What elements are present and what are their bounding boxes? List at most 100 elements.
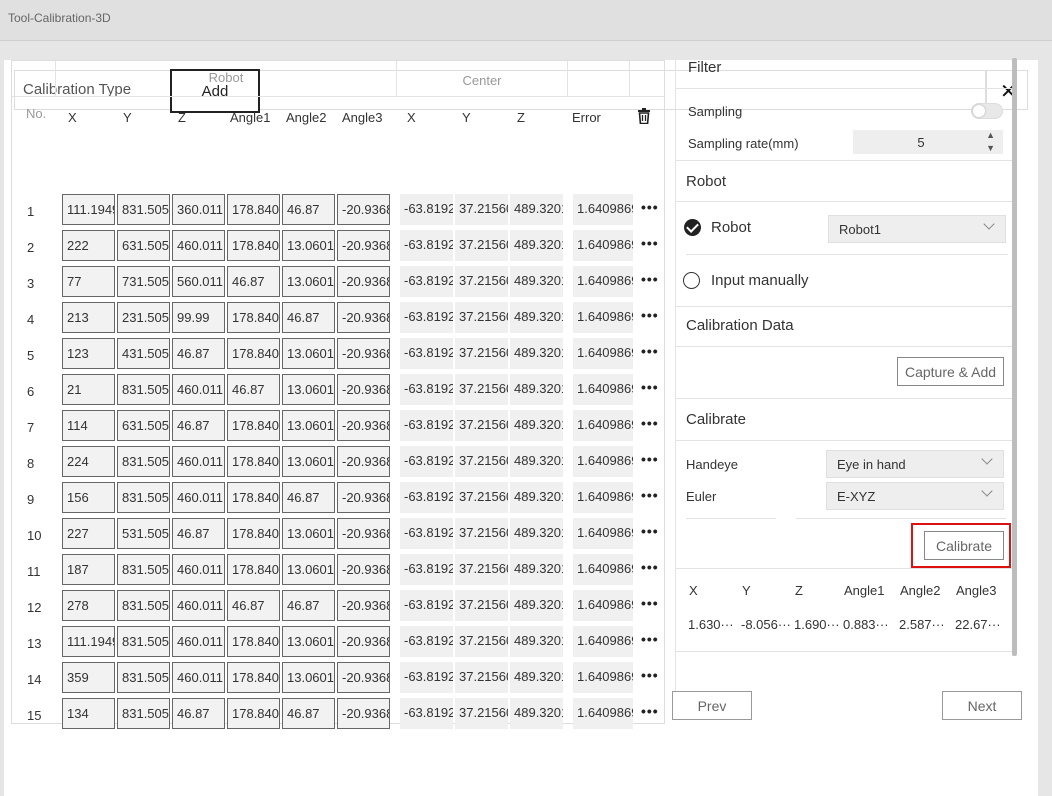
robot-value-cell[interactable]: 77 (62, 266, 115, 297)
robot-value-cell[interactable]: -20.9368 (337, 374, 390, 405)
robot-value-cell[interactable]: -20.9368 (337, 338, 390, 369)
robot-value-cell[interactable]: 46.87 (282, 302, 335, 333)
robot-value-cell[interactable]: -20.9368 (337, 698, 390, 729)
robot-value-cell[interactable]: 360.011 (172, 194, 225, 225)
robot-value-cell[interactable]: 460.011 (172, 590, 225, 621)
sampling-toggle[interactable] (971, 103, 1003, 119)
robot-value-cell[interactable]: 831.505 (117, 554, 170, 585)
robot-radio-checked-icon[interactable] (684, 219, 701, 236)
robot-value-cell[interactable]: 114 (62, 410, 115, 441)
robot-value-cell[interactable]: 13.0601 (282, 230, 335, 261)
robot-value-cell[interactable]: 831.505 (117, 374, 170, 405)
robot-value-cell[interactable]: 46.87 (227, 374, 280, 405)
robot-value-cell[interactable]: 460.011 (172, 554, 225, 585)
euler-select[interactable]: E-XYZ (826, 482, 1004, 510)
robot-value-cell[interactable]: 46.87 (172, 410, 225, 441)
robot-value-cell[interactable]: 831.505 (117, 446, 170, 477)
robot-value-cell[interactable]: -20.9368 (337, 446, 390, 477)
robot-value-cell[interactable]: 46.87 (282, 698, 335, 729)
robot-value-cell[interactable]: 46.87 (172, 518, 225, 549)
robot-value-cell[interactable]: 46.87 (282, 590, 335, 621)
robot-value-cell[interactable]: 46.87 (172, 698, 225, 729)
robot-value-cell[interactable]: 178.840 (227, 302, 280, 333)
robot-value-cell[interactable]: 531.505 (117, 518, 170, 549)
robot-value-cell[interactable]: 111.1949 (62, 194, 115, 225)
robot-value-cell[interactable]: -20.9368 (337, 410, 390, 441)
robot-value-cell[interactable]: 460.011 (172, 662, 225, 693)
robot-value-cell[interactable]: 13.0601 (282, 410, 335, 441)
robot-value-cell[interactable]: 13.0601 (282, 374, 335, 405)
robot-value-cell[interactable]: 359 (62, 662, 115, 693)
robot-value-cell[interactable]: 831.505 (117, 194, 170, 225)
more-options-icon[interactable]: ••• (641, 379, 659, 395)
robot-value-cell[interactable]: 46.87 (282, 194, 335, 225)
robot-value-cell[interactable]: 123 (62, 338, 115, 369)
robot-value-cell[interactable]: -20.9368 (337, 194, 390, 225)
robot-value-cell[interactable]: 178.840 (227, 446, 280, 477)
robot-value-cell[interactable]: 178.840 (227, 698, 280, 729)
robot-value-cell[interactable]: 13.0601 (282, 518, 335, 549)
sampling-rate-stepper[interactable]: 5 ▲ ▼ (853, 130, 1003, 154)
capture-add-button[interactable]: Capture & Add (897, 357, 1004, 386)
robot-value-cell[interactable]: 156 (62, 482, 115, 513)
more-options-icon[interactable]: ••• (641, 559, 659, 575)
robot-value-cell[interactable]: 111.1949 (62, 626, 115, 657)
robot-value-cell[interactable]: 460.011 (172, 446, 225, 477)
more-options-icon[interactable]: ••• (641, 703, 659, 719)
robot-value-cell[interactable]: 278 (62, 590, 115, 621)
robot-value-cell[interactable]: 831.505 (117, 662, 170, 693)
prev-button[interactable]: Prev (672, 691, 752, 720)
robot-value-cell[interactable]: 13.0601 (282, 266, 335, 297)
more-options-icon[interactable]: ••• (641, 451, 659, 467)
robot-value-cell[interactable]: 187 (62, 554, 115, 585)
robot-value-cell[interactable]: 178.840 (227, 482, 280, 513)
robot-value-cell[interactable]: 13.0601 (282, 554, 335, 585)
robot-value-cell[interactable]: 460.011 (172, 626, 225, 657)
robot-value-cell[interactable]: -20.9368 (337, 518, 390, 549)
robot-value-cell[interactable]: 46.87 (172, 338, 225, 369)
robot-value-cell[interactable]: 831.505 (117, 590, 170, 621)
robot-value-cell[interactable]: -20.9368 (337, 590, 390, 621)
robot-value-cell[interactable]: 21 (62, 374, 115, 405)
robot-value-cell[interactable]: -20.9368 (337, 662, 390, 693)
robot-value-cell[interactable]: 831.505 (117, 482, 170, 513)
stepper-down-icon[interactable]: ▼ (986, 143, 995, 153)
input-manually-radio[interactable] (683, 272, 700, 289)
robot-value-cell[interactable]: 460.011 (172, 482, 225, 513)
more-options-icon[interactable]: ••• (641, 343, 659, 359)
robot-value-cell[interactable]: -20.9368 (337, 266, 390, 297)
robot-value-cell[interactable]: 460.011 (172, 230, 225, 261)
robot-value-cell[interactable]: 222 (62, 230, 115, 261)
robot-value-cell[interactable]: 178.840 (227, 230, 280, 261)
robot-value-cell[interactable]: 631.505 (117, 410, 170, 441)
robot-value-cell[interactable]: 13.0601 (282, 626, 335, 657)
robot-value-cell[interactable]: -20.9368 (337, 554, 390, 585)
more-options-icon[interactable]: ••• (641, 271, 659, 287)
robot-value-cell[interactable]: 831.505 (117, 698, 170, 729)
robot-value-cell[interactable]: 631.505 (117, 230, 170, 261)
more-options-icon[interactable]: ••• (641, 199, 659, 215)
robot-value-cell[interactable]: 178.840 (227, 338, 280, 369)
robot-value-cell[interactable]: 831.505 (117, 626, 170, 657)
handeye-select[interactable]: Eye in hand (826, 450, 1004, 478)
robot-value-cell[interactable]: 178.840 (227, 626, 280, 657)
more-options-icon[interactable]: ••• (641, 595, 659, 611)
more-options-icon[interactable]: ••• (641, 487, 659, 503)
robot-select[interactable]: Robot1 (828, 215, 1006, 243)
stepper-up-icon[interactable]: ▲ (986, 130, 995, 140)
robot-value-cell[interactable]: 46.87 (227, 266, 280, 297)
next-button[interactable]: Next (942, 691, 1022, 720)
more-options-icon[interactable]: ••• (641, 523, 659, 539)
calibrate-button[interactable]: Calibrate (924, 531, 1004, 560)
robot-value-cell[interactable]: 231.505 (117, 302, 170, 333)
robot-value-cell[interactable]: 178.840 (227, 554, 280, 585)
robot-value-cell[interactable]: 134 (62, 698, 115, 729)
robot-value-cell[interactable]: 227 (62, 518, 115, 549)
robot-value-cell[interactable]: 46.87 (227, 590, 280, 621)
robot-value-cell[interactable]: 46.87 (282, 482, 335, 513)
robot-value-cell[interactable]: -20.9368 (337, 230, 390, 261)
robot-value-cell[interactable]: -20.9368 (337, 302, 390, 333)
robot-value-cell[interactable]: 178.840 (227, 662, 280, 693)
robot-value-cell[interactable]: -20.9368 (337, 482, 390, 513)
robot-value-cell[interactable]: 213 (62, 302, 115, 333)
